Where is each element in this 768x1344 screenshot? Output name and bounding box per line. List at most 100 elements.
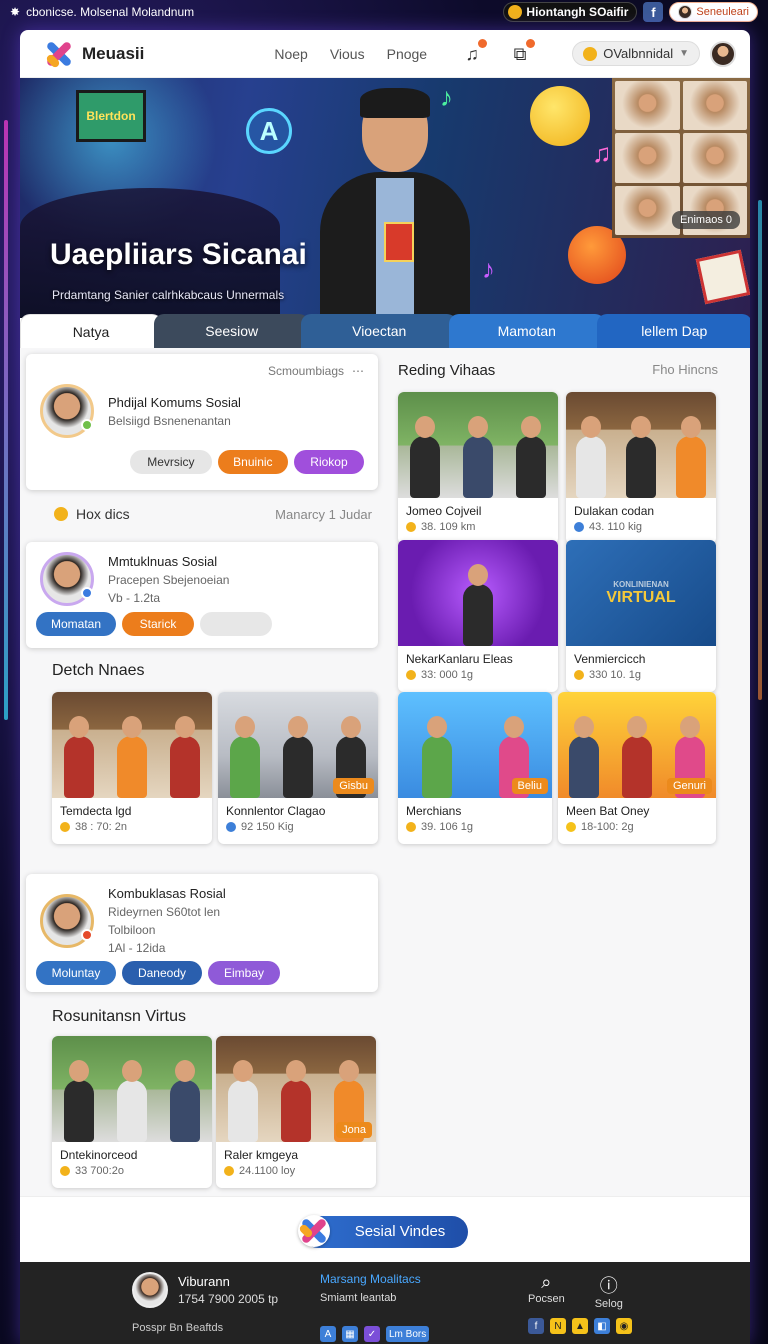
neon-line-right: [758, 200, 762, 700]
account-dropdown[interactable]: OValbnnidal ▼: [572, 41, 700, 66]
video-tile[interactable]: Beliu Merchians 39. 106 1g: [398, 692, 552, 844]
coin-pill[interactable]: Hiontangh SOaifir: [503, 2, 638, 22]
profile-button-2[interactable]: Daneody: [122, 961, 202, 985]
coin-icon: [508, 5, 523, 19]
video-tile[interactable]: Dulakan codan 43. 110 kig: [566, 392, 716, 544]
media-caption: Dntekinorceod: [60, 1148, 138, 1162]
profile-card-3: Kombuklasas Rosial Rideyrnen S60tot len …: [26, 874, 378, 992]
footer-info-label: Selog: [594, 1298, 623, 1310]
hero-subtitle: Prdamtang Sanier calrhkabcaus Unnermals: [52, 288, 285, 302]
top-brand: ✸ cbonicse. Molsenal Molandnum: [10, 5, 194, 19]
more-icon[interactable]: ⋯: [352, 364, 364, 378]
virtual-small: KONLINIENAN: [613, 579, 669, 589]
row-right: Manarcy 1 Judar: [275, 506, 372, 522]
video-tile[interactable]: Jomeo Cojveil 38. 109 km: [398, 392, 558, 544]
media-caption: Konnlentor Clagao: [226, 804, 326, 818]
search-icon: ⌕: [541, 1272, 552, 1292]
music-icon[interactable]: ♫: [461, 38, 488, 65]
profile-button-1[interactable]: Mevrsicy: [130, 450, 212, 474]
nav-link-3[interactable]: Pnoge: [387, 46, 427, 62]
hero-badge: Enimaos 0: [672, 211, 740, 229]
user-avatar[interactable]: [710, 40, 736, 67]
footer-search[interactable]: ⌕ Pocsen: [528, 1272, 565, 1310]
calendar-icon[interactable]: ▦: [342, 1326, 358, 1342]
logo-mark-icon: [44, 39, 74, 69]
coin-pill-label: Hiontangh SOaifir: [526, 5, 629, 19]
profile-avatar[interactable]: [40, 552, 94, 606]
tab-2[interactable]: Seesiow: [153, 314, 310, 348]
footer-name: Viburann: [178, 1274, 230, 1289]
top-strip: ✸ cbonicse. Molsenal Molandnum Hiontangh…: [0, 0, 768, 24]
facebook-icon[interactable]: f: [528, 1318, 544, 1334]
tile-meta: 33: 000 1g: [421, 669, 473, 681]
profile-avatar[interactable]: [40, 893, 94, 948]
footer-info[interactable]: ⓘ Selog: [595, 1272, 623, 1310]
tile-caption: Meen Bat Oney: [566, 804, 650, 818]
social-videos-button[interactable]: Sesial Vindes: [298, 1214, 468, 1248]
right-muted[interactable]: Fho Hincns: [652, 362, 718, 379]
emoji-face-icon: [530, 86, 590, 146]
tile-meta: 43. 110 kig: [589, 521, 643, 533]
info-icon: ⓘ: [599, 1276, 618, 1296]
profile-button-1[interactable]: Momatan: [36, 612, 116, 636]
footer-avatar[interactable]: [132, 1272, 168, 1308]
right-header: Reding Vihaas Fho Hincns: [398, 362, 718, 379]
media-badge: Jona: [336, 1122, 372, 1138]
neon-line-left: [4, 120, 8, 720]
facebook-icon[interactable]: f: [643, 2, 664, 22]
media-badge: Gisbu: [333, 778, 374, 794]
chevron-down-icon: ▼: [679, 48, 689, 59]
account-label: OValbnnidal: [603, 46, 674, 61]
media-card[interactable]: Dntekinorceod 33 700:2o: [52, 1036, 212, 1188]
tile-caption: Venmiercicch: [574, 652, 646, 666]
hero-person: [320, 86, 470, 318]
share-icon[interactable]: ◧: [594, 1318, 610, 1334]
media-card[interactable]: Jona Raler kmgeya 24.1100 loy: [216, 1036, 376, 1188]
card-header-label: Scmoumbiags: [267, 364, 344, 378]
row-label: Hox dics: [76, 506, 130, 522]
profile-button-3[interactable]: [200, 612, 272, 636]
nav-links: Noep Vious Pnoge: [274, 46, 427, 62]
logo[interactable]: Meuasii: [44, 39, 144, 69]
tile-badge: Beliu: [511, 778, 548, 794]
profile-card-1: Scmoumbiags ⋯ Phdijal Komums Sosial Bels…: [26, 354, 378, 490]
media-caption: Temdecta lgd: [60, 804, 132, 818]
schedule-pill[interactable]: Seneuleari: [669, 2, 758, 22]
video-tile[interactable]: NekarKanlaru Eleas 33: 000 1g: [398, 540, 558, 692]
section-title-1: Detch Nnaes: [52, 662, 145, 679]
hero-title: Uaepliiars Sicanai: [50, 238, 307, 271]
check-icon[interactable]: ✓: [364, 1326, 380, 1342]
box-icon[interactable]: ⧉: [509, 38, 536, 65]
footer-search-label: Pocsen: [528, 1293, 565, 1305]
main-card: Meuasii Noep Vious Pnoge ♫ ⧉ OValbnnidal…: [20, 30, 750, 1344]
nav-link-1[interactable]: Noep: [274, 46, 307, 62]
tab-1[interactable]: Natya: [20, 314, 162, 348]
profile-button-2[interactable]: Starick: [122, 612, 194, 636]
chat-icon[interactable]: ◉: [616, 1318, 632, 1334]
footer-mid-heading[interactable]: Marsang Moalitacs: [320, 1272, 429, 1286]
nav-link-2[interactable]: Vious: [330, 46, 365, 62]
profile-button-3[interactable]: Riokop: [293, 450, 365, 474]
tile-meta: 39. 106 1g: [421, 821, 473, 833]
warning-icon[interactable]: ▲: [572, 1318, 588, 1334]
profile-card-2: Mmtuklnuas Sosial Pracepen Sbejenoeian V…: [26, 542, 378, 648]
profile-button-3[interactable]: Eimbay: [208, 961, 280, 985]
profile-button-2[interactable]: Bnuinic: [217, 450, 288, 474]
media-card[interactable]: Gisbu Konnlentor Clagao 92 150 Kig: [218, 692, 378, 844]
media-card[interactable]: Temdecta lgd 38 : 70: 2n: [52, 692, 212, 844]
content-area: Scmoumbiags ⋯ Phdijal Komums Sosial Bels…: [20, 348, 750, 1268]
app-icon[interactable]: A: [320, 1326, 336, 1342]
tile-meta: 330 10. 1g: [589, 669, 641, 681]
tile-meta: 38. 109 km: [421, 521, 476, 533]
tab-4[interactable]: Mamotan: [448, 314, 605, 348]
profile-avatar[interactable]: [40, 384, 94, 438]
video-tile[interactable]: Genuri Meen Bat Oney 18-100: 2g: [558, 692, 716, 844]
video-tile[interactable]: KONLINIENAN VIRTUAL Venmiercicch 330 10.…: [566, 540, 716, 692]
note-icon[interactable]: N: [550, 1318, 566, 1334]
tab-3[interactable]: Vioectan: [301, 314, 457, 348]
tab-5[interactable]: lellem Dap: [596, 314, 750, 348]
profile-button-1[interactable]: Moluntay: [36, 961, 116, 985]
footer-small-text[interactable]: Posspr Bn Beaftds: [132, 1322, 223, 1334]
tile-caption: NekarKanlaru Eleas: [406, 652, 513, 666]
footer-pill[interactable]: Lm Bors: [386, 1326, 430, 1342]
